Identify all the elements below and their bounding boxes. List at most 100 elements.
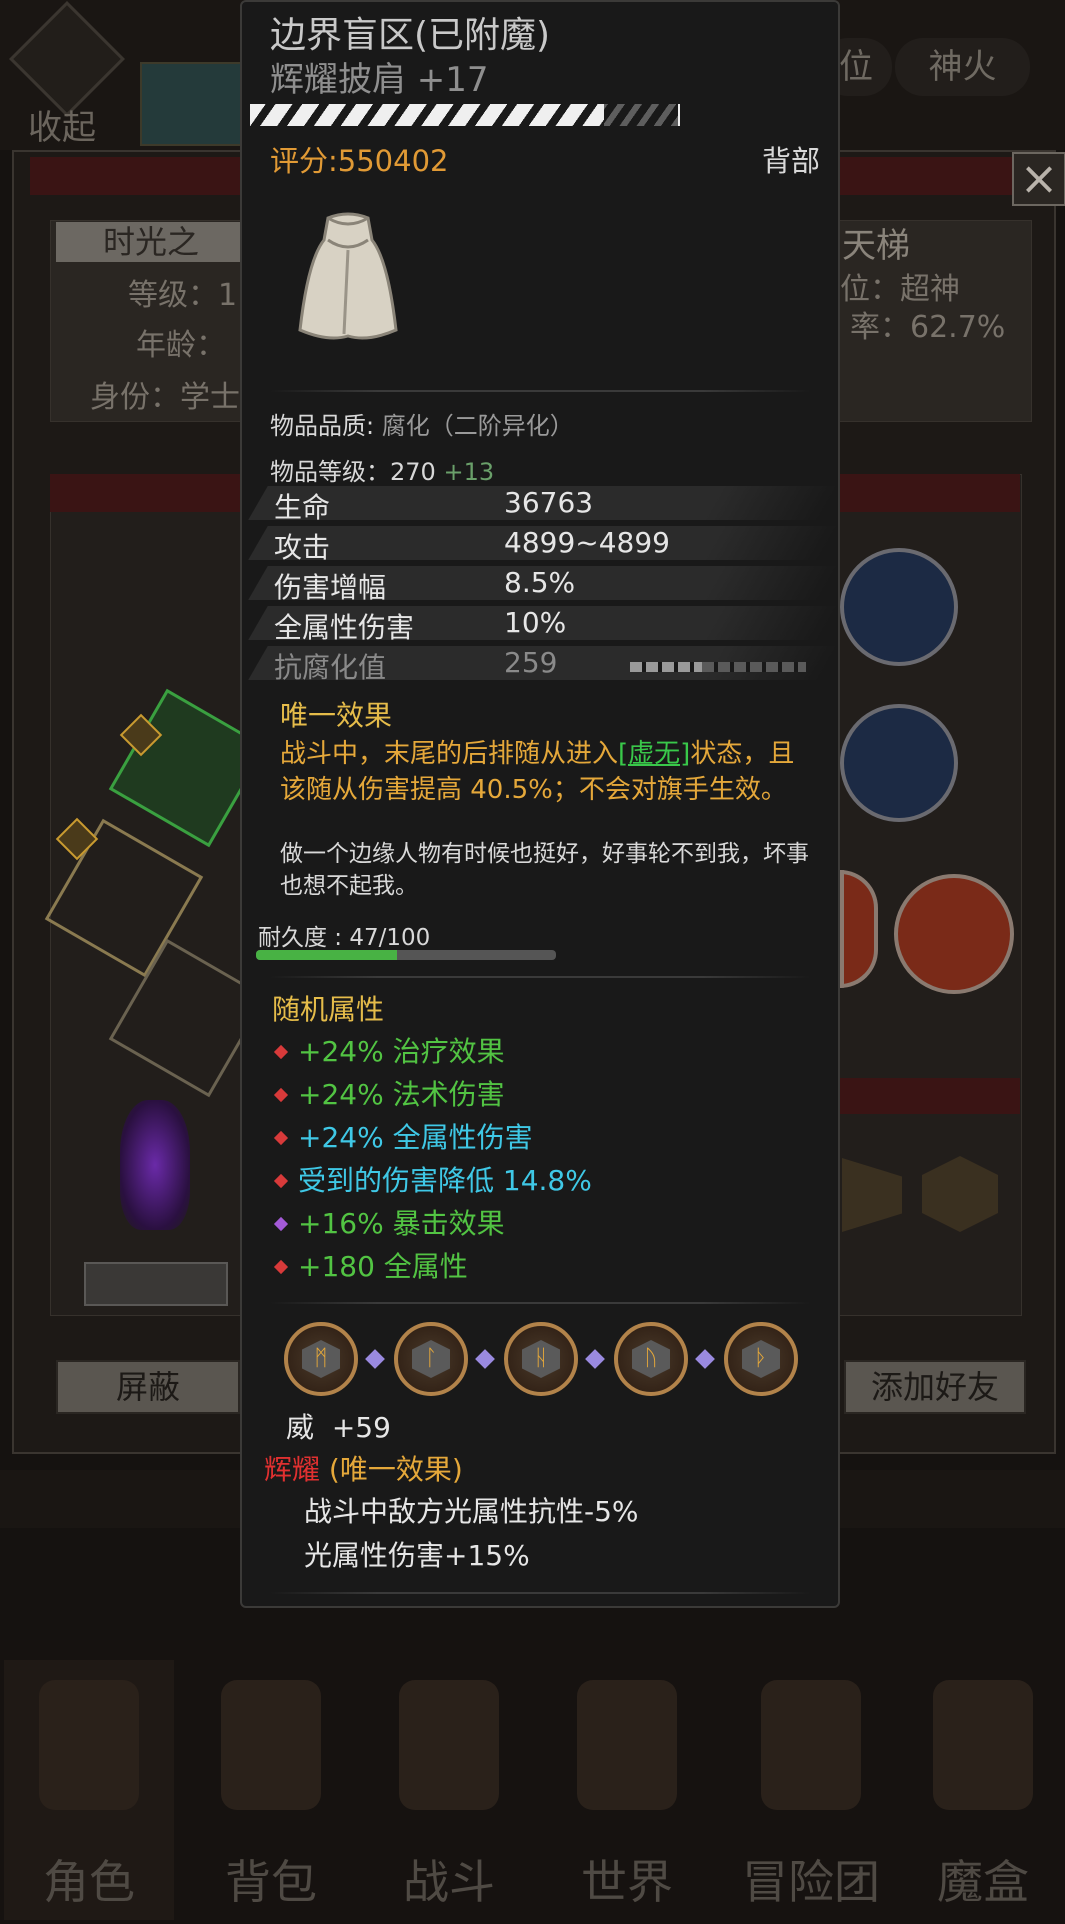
player-level: 等级：1 [128,278,238,313]
stat-value-all-element-damage: 10% [504,606,567,639]
item-subtitle: 辉耀披肩 +17 [270,60,489,100]
purple-flame-icon [120,1100,190,1230]
enhance-progress-rest [604,104,678,126]
block-button[interactable]: 屏蔽 [56,1360,240,1414]
unique-effect-header: 唯一效果 [280,699,393,732]
shine-effect-line: 战斗中敌方光属性抗性-5% [304,1495,639,1528]
nav-label: 世界 [581,1855,673,1909]
attribute-gem-icon [273,1087,289,1103]
rune-socket[interactable]: ᛗ [284,1322,358,1396]
skill-chain-icon[interactable] [840,704,958,822]
rune-icon: ᚦ [742,1340,780,1378]
unique-text-part: 战斗中，末尾的后排随从进入 [280,739,619,769]
avatar[interactable] [140,62,244,146]
random-attribute-text: +16% 暴击效果 [298,1207,505,1240]
void-status-link[interactable]: [虚无] [618,739,690,769]
random-attribute-text: 受到的伤害降低 14.8% [298,1164,592,1197]
nav-character[interactable]: 角色 [4,1660,174,1920]
backpack-icon [221,1680,321,1810]
random-attribute-text: +24% 全属性伤害 [298,1121,533,1154]
item-slot: 背部 [762,144,821,178]
item-score: 评分:550402 [270,144,449,178]
unique-effect-text: 战斗中，末尾的后排随从进入[虚无]状态，且该随从伤害提高 40.5%；不会对旗手… [280,736,810,808]
attribute-gem-icon [273,1130,289,1146]
nav-label: 冒险团 [742,1855,880,1909]
nav-adventure-group[interactable]: 冒险团 [726,1660,896,1920]
stat-value-corruption-resist: 259 [504,646,558,679]
rune-socket[interactable]: ᛚ [394,1322,468,1396]
ladder-title: 天梯 [842,226,910,266]
ladder-rate: 率：62.7% [850,310,1006,345]
shine-effect-line: 光属性伤害+15% [304,1539,530,1572]
stat-name-attack: 攻击 [274,531,331,564]
rune-socket[interactable]: ᚺ [504,1322,578,1396]
close-button[interactable]: × [1012,152,1065,206]
add-friend-button[interactable]: 添加好友 [844,1360,1026,1414]
stat-value-damage-amp: 8.5% [504,566,576,599]
durability-fill [256,950,397,960]
quality-value: 腐化（二阶异化） [381,412,574,440]
stat-value-hp: 36763 [504,486,594,519]
item-name-line: 边界盲区(已附魔) [270,6,550,58]
divider [270,390,810,392]
skill-shield-icon[interactable] [894,874,1014,994]
sword-shield-icon [399,1680,499,1810]
item-level-plus: +13 [443,458,495,486]
pedestal [84,1262,228,1306]
collapse-label: 收起 [28,108,96,148]
helmet-icon [39,1680,139,1810]
stat-name-all-element-damage: 全属性伤害 [274,611,415,644]
random-attribute: +16% 暴击效果 [272,1202,505,1242]
player-name: 时光之 [56,222,246,262]
rune-socket[interactable]: ᚢ [614,1322,688,1396]
random-attribute: +24% 治疗效果 [272,1030,505,1070]
divider [270,1302,810,1304]
corruption-resist-bar-rest [702,662,806,672]
nav-magic-box[interactable]: 魔盒 [898,1660,1065,1920]
quality-label: 物品品质: [270,412,375,440]
magic-box-icon [933,1680,1033,1810]
shine-header: 辉耀 (唯一效果) [264,1448,463,1488]
item-level-row: 物品等级：270 +13 [270,452,494,487]
rune-icon: ᚺ [522,1340,560,1378]
cloak-icon [298,212,398,340]
nav-label: 背包 [225,1855,317,1909]
attribute-gem-icon [273,1259,289,1275]
random-attributes-header: 随机属性 [272,993,385,1026]
random-attribute-text: +24% 治疗效果 [298,1035,505,1068]
nav-world[interactable]: 世界 [542,1660,712,1920]
attribute-gem-icon [273,1173,289,1189]
random-attribute: +180 全属性 [272,1245,468,1285]
rune-socket[interactable]: ᚦ [724,1322,798,1396]
rune-icon: ᚢ [632,1340,670,1378]
stat-value-attack: 4899~4899 [504,526,670,559]
item-name: 边界盲区 [270,15,415,56]
rune-word-value: +59 [331,1411,391,1444]
player-identity: 身份：学士 [90,380,240,415]
scroll-icon [577,1680,677,1810]
random-attribute: +24% 全属性伤害 [272,1116,533,1156]
nav-bag[interactable]: 背包 [186,1660,356,1920]
enchant-tag: (已附魔) [414,15,551,56]
rune-icon: ᛚ [412,1340,450,1378]
item-level-label: 物品等级： [270,458,390,486]
attribute-gem-icon [273,1044,289,1060]
skill-comet-icon[interactable] [840,548,958,666]
tab-divine-fire[interactable]: 神火 [895,38,1030,96]
quality-row: 物品品质: 腐化（二阶异化） [270,406,574,441]
stat-name-hp: 生命 [274,491,331,524]
nav-label: 魔盒 [937,1855,1029,1909]
random-attribute-text: +24% 法术伤害 [298,1078,505,1111]
close-icon: × [1019,151,1059,205]
divider [270,1592,810,1594]
nav-battle[interactable]: 战斗 [364,1660,534,1920]
rune-icon: ᛗ [302,1340,340,1378]
shine-label: 辉耀 [264,1453,321,1486]
stat-name-damage-amp: 伤害增幅 [274,571,387,604]
rune-header-bar [840,1078,1020,1114]
shine-tag: (唯一效果) [328,1453,463,1486]
flavor-text: 做一个边缘人物有时候也挺好，好事轮不到我，坏事也想不起我。 [280,841,809,899]
durability-label: 耐久度 : 47/100 [258,925,431,951]
durability-bar [256,950,556,960]
stat-name-corruption-resist: 抗腐化值 [274,651,387,684]
